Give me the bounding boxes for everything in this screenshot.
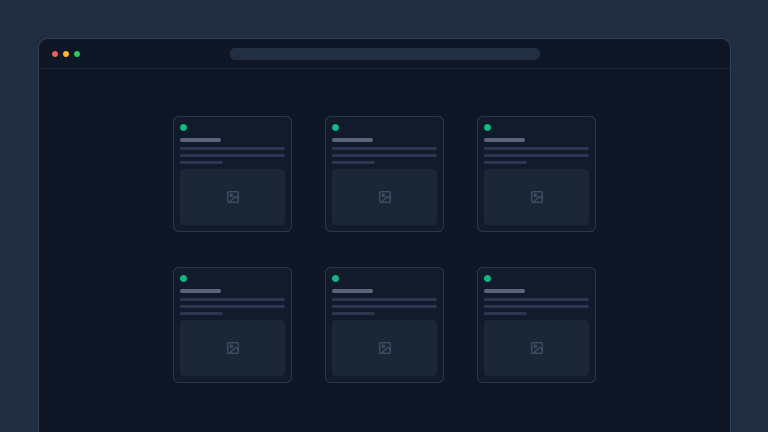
window-controls xyxy=(52,51,80,57)
window-content xyxy=(39,69,730,432)
card-grid xyxy=(39,116,730,383)
skeleton-line xyxy=(332,147,437,150)
image-placeholder xyxy=(484,320,589,376)
skeleton-title xyxy=(332,138,373,142)
content-card[interactable] xyxy=(477,116,596,232)
image-placeholder xyxy=(332,320,437,376)
status-dot xyxy=(180,124,187,131)
image-icon xyxy=(378,341,392,355)
content-card[interactable] xyxy=(325,116,444,232)
skeleton-line xyxy=(484,154,589,157)
image-icon xyxy=(530,190,544,204)
skeleton-line xyxy=(180,305,285,308)
browser-window xyxy=(38,38,731,432)
maximize-window-button[interactable] xyxy=(74,51,80,57)
skeleton-line-short xyxy=(484,161,527,164)
status-dot xyxy=(180,275,187,282)
skeleton-line xyxy=(180,298,285,301)
skeleton-title xyxy=(180,289,221,293)
image-icon xyxy=(226,341,240,355)
status-dot xyxy=(484,275,491,282)
skeleton-line-short xyxy=(180,161,223,164)
skeleton-title xyxy=(332,289,373,293)
content-card[interactable] xyxy=(173,267,292,383)
skeleton-line-short xyxy=(180,312,223,315)
image-placeholder xyxy=(332,169,437,225)
skeleton-title xyxy=(180,138,221,142)
image-icon xyxy=(530,341,544,355)
skeleton-title xyxy=(484,138,525,142)
content-card[interactable] xyxy=(325,267,444,383)
image-placeholder xyxy=(180,169,285,225)
skeleton-line xyxy=(332,305,437,308)
close-window-button[interactable] xyxy=(52,51,58,57)
skeleton-line xyxy=(484,147,589,150)
skeleton-line-short xyxy=(484,312,527,315)
status-dot xyxy=(484,124,491,131)
address-bar[interactable] xyxy=(230,48,540,60)
image-placeholder xyxy=(484,169,589,225)
status-dot xyxy=(332,124,339,131)
image-icon xyxy=(226,190,240,204)
skeleton-title xyxy=(484,289,525,293)
skeleton-line xyxy=(484,305,589,308)
image-placeholder xyxy=(180,320,285,376)
skeleton-line xyxy=(180,154,285,157)
minimize-window-button[interactable] xyxy=(63,51,69,57)
skeleton-line xyxy=(484,298,589,301)
skeleton-line xyxy=(332,298,437,301)
skeleton-line-short xyxy=(332,312,375,315)
status-dot xyxy=(332,275,339,282)
skeleton-line-short xyxy=(332,161,375,164)
skeleton-line xyxy=(180,147,285,150)
window-titlebar xyxy=(39,39,730,69)
image-icon xyxy=(378,190,392,204)
content-card[interactable] xyxy=(477,267,596,383)
content-card[interactable] xyxy=(173,116,292,232)
skeleton-line xyxy=(332,154,437,157)
